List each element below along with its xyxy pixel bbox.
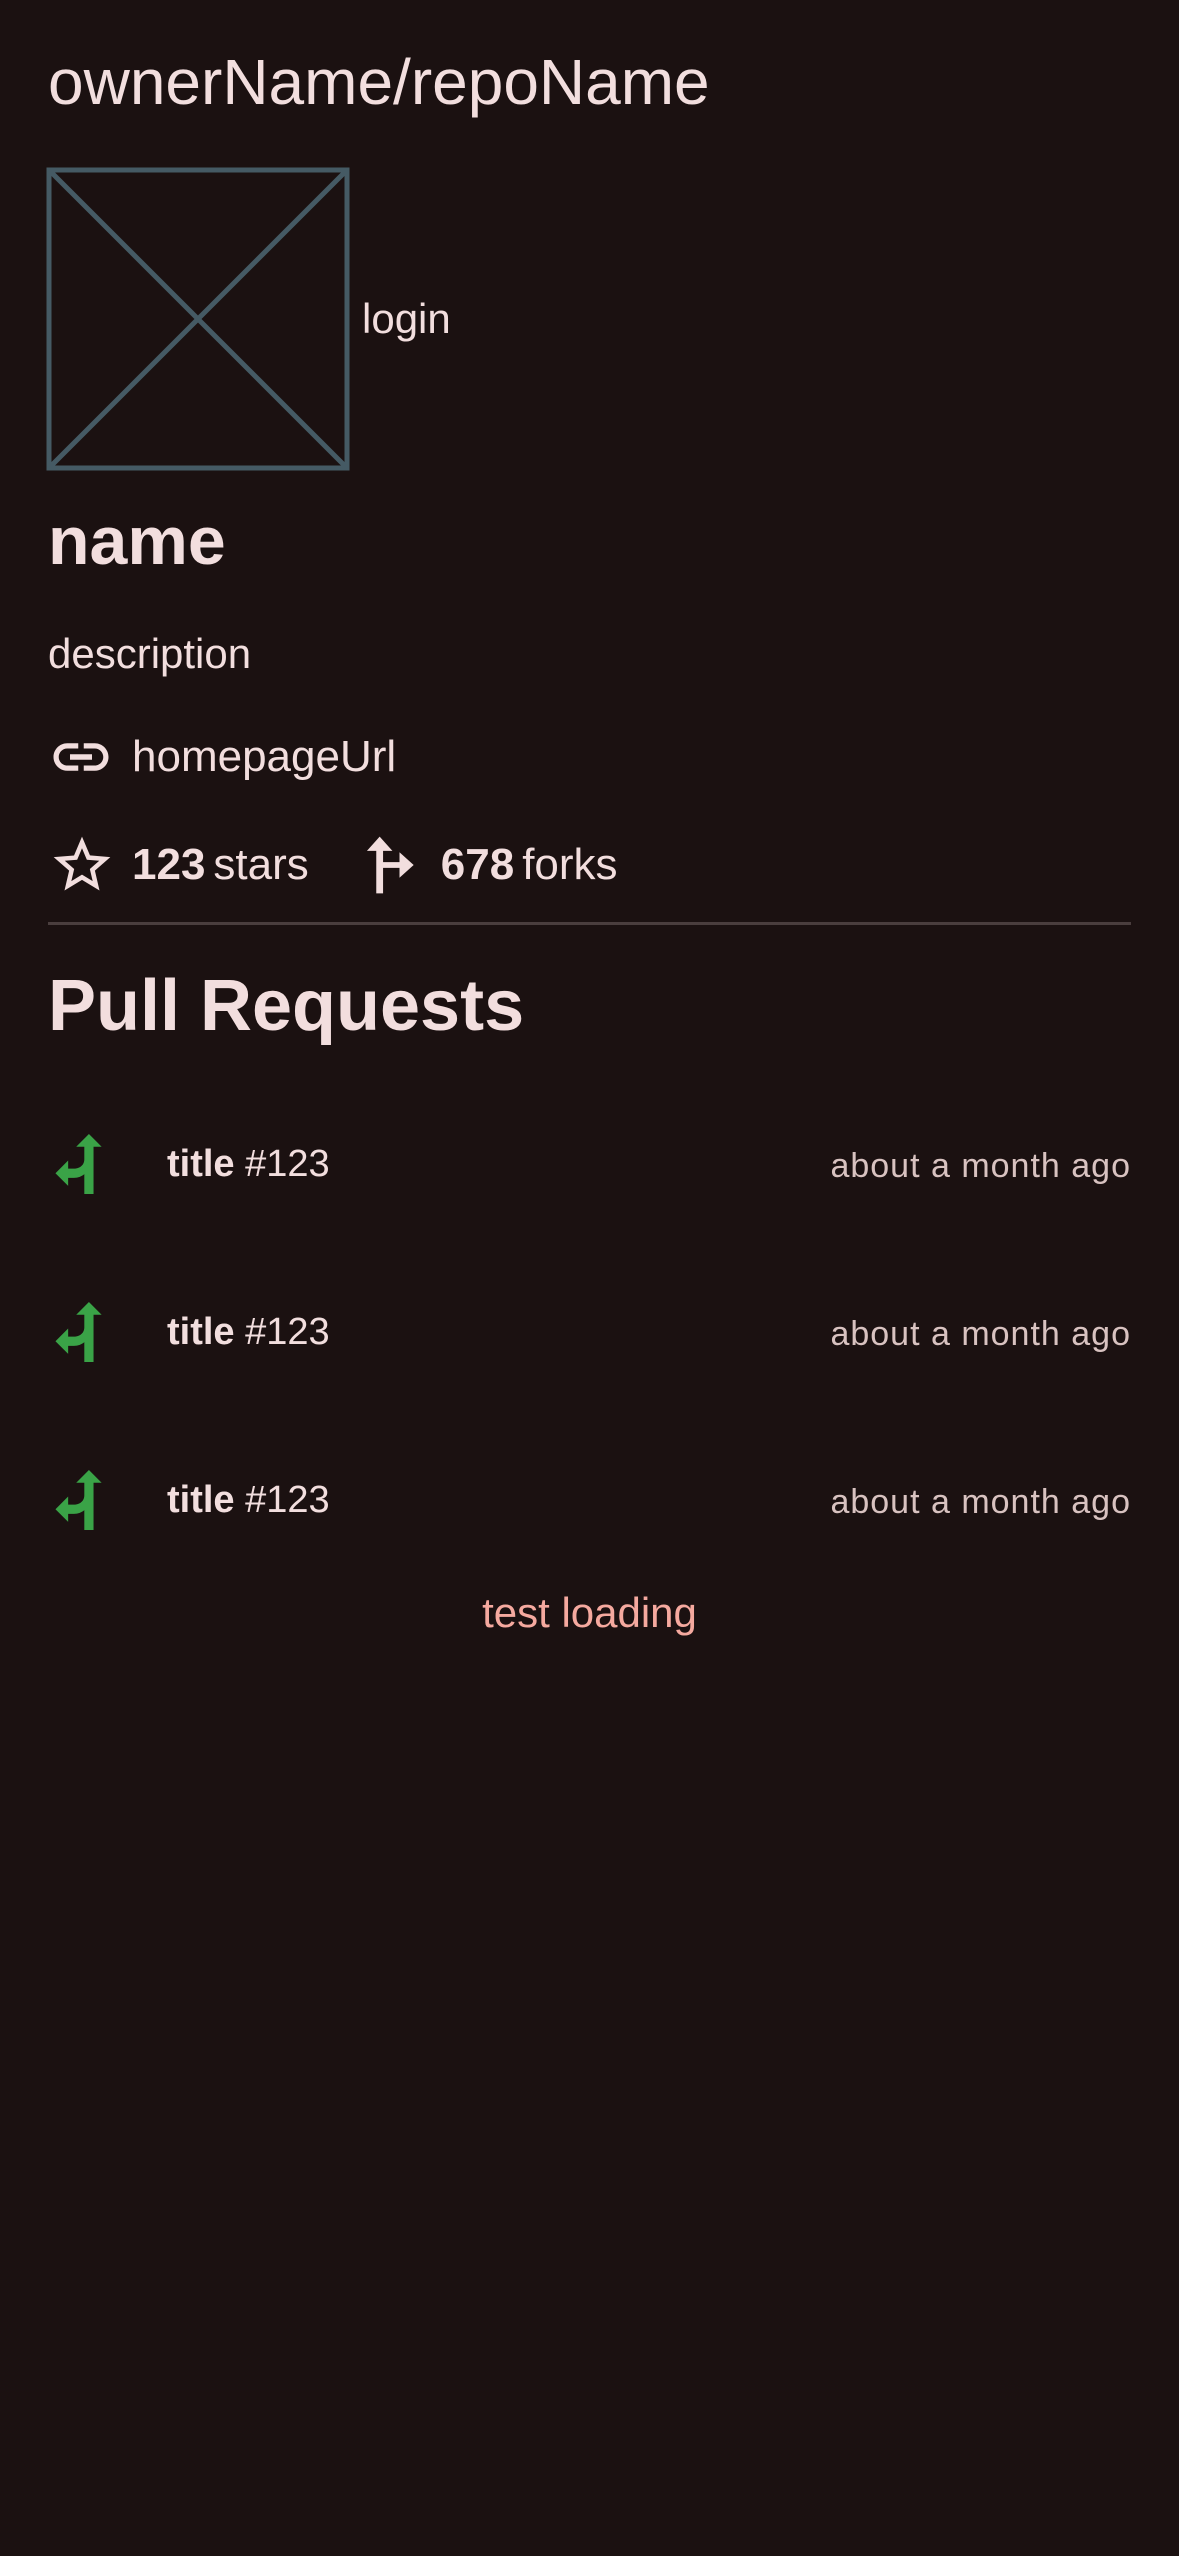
pr-number: #123 [245, 1143, 330, 1185]
repo-detail-screen: ownerName/repoName login name descriptio… [0, 0, 1179, 2556]
pr-number: #123 [245, 1311, 330, 1353]
pull-request-list: title #123 about a month ago title #123 … [0, 1080, 1179, 1584]
pull-request-title: title #123 [167, 1476, 330, 1524]
pr-title-text: title [167, 1143, 235, 1185]
link-icon [53, 743, 109, 771]
image-placeholder-icon [46, 167, 350, 471]
pull-requests-heading: Pull Requests [48, 966, 525, 1046]
homepage-url: homepageUrl [132, 732, 397, 781]
pull-request-merge-icon [55, 1134, 102, 1194]
repo-full-name: ownerName/repoName [48, 46, 710, 118]
pr-title-text: title [167, 1311, 235, 1353]
pull-request-title: title #123 [167, 1308, 330, 1356]
owner-row[interactable]: login [46, 167, 451, 471]
loading-indicator-text: test loading [482, 1589, 697, 1636]
repo-name: name [48, 503, 226, 579]
pull-request-item[interactable]: title #123 about a month ago [0, 1248, 1179, 1416]
divider [48, 922, 1131, 925]
pull-request-title: title #123 [167, 1140, 330, 1188]
pr-title-text: title [167, 1479, 235, 1521]
star-outline-icon [53, 836, 111, 891]
pr-time: about a month ago [830, 1315, 1131, 1353]
pull-request-merge-icon [55, 1470, 102, 1530]
repo-description: description [48, 630, 252, 677]
owner-login: login [362, 295, 451, 342]
pr-time: about a month ago [830, 1483, 1131, 1521]
repo-stats: 123 stars 678 forks [48, 830, 618, 900]
stars-count: 123 [132, 840, 206, 889]
homepage-link[interactable]: homepageUrl [48, 725, 396, 789]
pull-request-merge-icon [55, 1302, 102, 1362]
pull-request-item[interactable]: title #123 about a month ago [0, 1416, 1179, 1584]
pr-time: about a month ago [830, 1147, 1131, 1185]
pr-number: #123 [245, 1479, 330, 1521]
forks-label: forks [522, 840, 618, 889]
fork-icon [366, 836, 414, 894]
pull-request-item[interactable]: title #123 about a month ago [0, 1080, 1179, 1248]
forks-count: 678 [440, 840, 515, 889]
stars-label: stars [213, 840, 309, 889]
